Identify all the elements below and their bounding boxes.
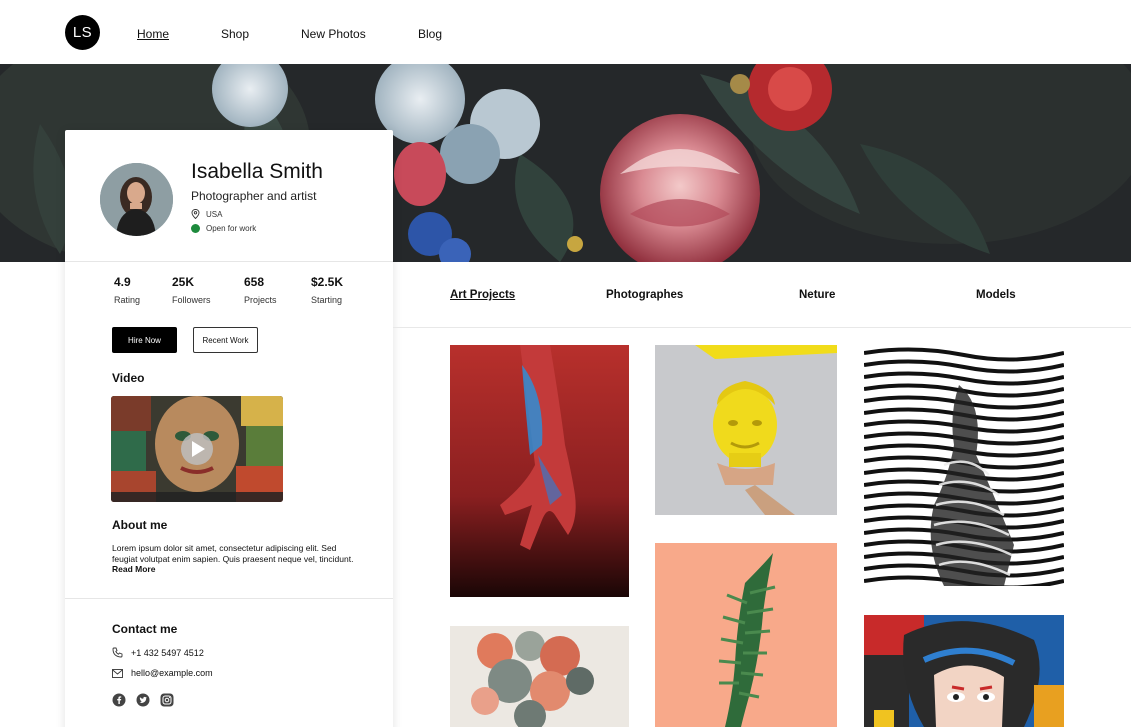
tab-photographes[interactable]: Photographes	[606, 289, 683, 301]
stat-value: 25K	[172, 275, 195, 289]
contact-heading: Contact me	[112, 622, 178, 636]
profile-title: Photographer and artist	[191, 189, 317, 203]
stat-followers: 25K Followers	[172, 275, 211, 305]
nav-item-shop[interactable]: Shop	[221, 27, 249, 41]
instagram-icon[interactable]	[160, 693, 174, 707]
card-divider	[65, 598, 393, 599]
stat-projects: 658 Projects	[244, 275, 277, 305]
tab-models[interactable]: Models	[976, 289, 1016, 301]
video-thumbnail[interactable]	[111, 396, 283, 502]
striped-figure-image	[864, 345, 1064, 586]
status-dot-icon	[191, 224, 200, 233]
stat-label: Projects	[244, 295, 277, 305]
stat-value: 4.9	[114, 275, 131, 289]
facebook-icon[interactable]	[112, 693, 126, 707]
profile-name: Isabella Smith	[191, 160, 323, 183]
contact-email[interactable]: hello@example.com	[112, 668, 213, 678]
profile-location: USA	[191, 209, 222, 219]
read-more-link[interactable]: Read More	[112, 564, 155, 574]
stat-value: $2.5K	[311, 275, 344, 289]
location-text: USA	[206, 209, 223, 219]
nav-item-new-photos[interactable]: New Photos	[301, 27, 366, 41]
profile-card: Isabella Smith Photographer and artist U…	[65, 130, 393, 727]
avatar-photo	[100, 163, 173, 236]
nav-item-home[interactable]: Home	[137, 27, 169, 41]
tab-neture[interactable]: Neture	[799, 289, 835, 301]
gallery-photo-red-hand[interactable]	[450, 345, 629, 597]
gallery-photo-striped-figure[interactable]	[864, 345, 1064, 586]
status-text: Open for work	[206, 224, 257, 233]
gallery-photo-plant[interactable]	[655, 543, 837, 727]
about-heading: About me	[112, 518, 168, 532]
about-text: Lorem ipsum dolor sit amet, consectetur …	[112, 543, 354, 564]
profile-status: Open for work	[191, 224, 256, 233]
stat-label: Followers	[172, 295, 211, 305]
tab-art-projects[interactable]: Art Projects	[450, 289, 515, 301]
nav-item-blog[interactable]: Blog	[418, 27, 442, 41]
illustrated-portrait-image	[864, 615, 1064, 727]
video-mosaic-image	[111, 396, 283, 502]
mail-icon	[112, 668, 123, 678]
gallery-photo-illustration[interactable]	[864, 615, 1064, 727]
yellow-bust-image	[655, 345, 837, 515]
stat-label: Starting	[311, 295, 343, 305]
card-divider	[65, 261, 393, 262]
stat-starting: $2.5K Starting	[311, 275, 343, 305]
video-heading: Video	[112, 371, 145, 385]
contact-phone[interactable]: +1 432 5497 4512	[112, 647, 204, 658]
location-pin-icon	[191, 209, 200, 219]
red-hand-image	[450, 345, 629, 597]
plant-on-peach-image	[655, 543, 837, 727]
about-text-block: Lorem ipsum dolor sit amet, consectetur …	[112, 543, 357, 575]
email-text: hello@example.com	[131, 668, 213, 678]
tabs-divider	[393, 327, 1131, 328]
avatar	[100, 163, 173, 236]
top-navigation-bar: LS Home Shop New Photos Blog	[0, 0, 1131, 64]
gallery-photo-flowers[interactable]	[450, 626, 629, 727]
phone-icon	[112, 647, 123, 658]
stat-value: 658	[244, 275, 265, 289]
phone-text: +1 432 5497 4512	[131, 647, 204, 658]
twitter-icon[interactable]	[136, 693, 150, 707]
stat-rating: 4.9 Rating	[114, 275, 140, 305]
gallery-photo-yellow-bust[interactable]	[655, 345, 837, 515]
hire-now-button[interactable]: Hire Now	[112, 327, 177, 353]
flowers-bouquet-image	[450, 626, 629, 727]
recent-work-button[interactable]: Recent Work	[193, 327, 258, 353]
logo[interactable]: LS	[65, 15, 100, 50]
logo-text: LS	[72, 24, 93, 41]
stat-label: Rating	[114, 295, 141, 305]
